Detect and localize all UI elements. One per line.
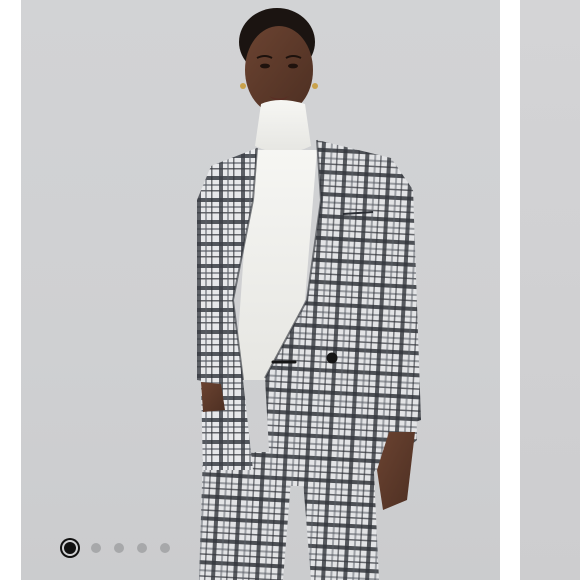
- carousel-slide-next-peek[interactable]: [520, 0, 580, 580]
- carousel-dot-4[interactable]: [137, 543, 147, 553]
- carousel-dot-3[interactable]: [114, 543, 124, 553]
- carousel-dot-1[interactable]: [64, 542, 76, 554]
- image-carousel[interactable]: [0, 0, 580, 580]
- carousel-slide-active[interactable]: [21, 0, 500, 580]
- carousel-dot-2[interactable]: [91, 543, 101, 553]
- carousel-dot-5[interactable]: [160, 543, 170, 553]
- product-photo: [21, 0, 500, 580]
- carousel-pagination: [61, 537, 170, 559]
